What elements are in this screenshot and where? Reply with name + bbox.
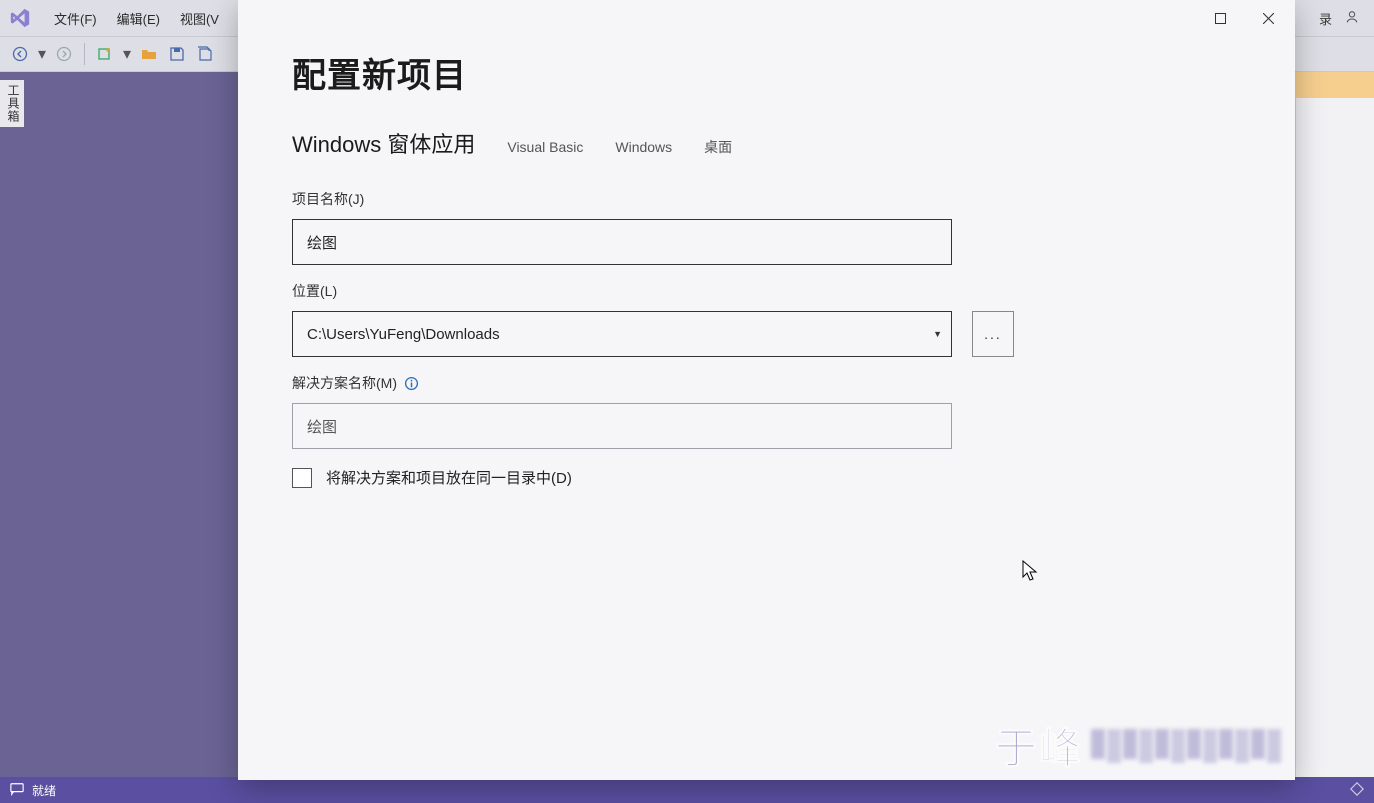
location-combobox[interactable] — [292, 311, 952, 357]
comment-icon[interactable] — [10, 782, 24, 799]
menu-edit[interactable]: 编辑(E) — [107, 3, 170, 34]
person-icon[interactable] — [1344, 9, 1360, 28]
template-row: Windows 窗体应用 Visual Basic Windows 桌面 — [292, 127, 1241, 159]
sidebar-toolbox-tab[interactable]: 工具箱 — [0, 80, 24, 127]
dialog-content: 配置新项目 Windows 窗体应用 Visual Basic Windows … — [238, 36, 1295, 780]
info-icon[interactable] — [403, 375, 419, 391]
right-highlight-strip — [1295, 72, 1374, 98]
solution-name-label: 解决方案名称(M) — [292, 373, 397, 393]
window-close-button[interactable] — [1245, 3, 1291, 33]
dialog-heading: 配置新项目 — [292, 48, 1241, 97]
same-directory-checkbox[interactable] — [292, 468, 312, 488]
chevron-down-icon[interactable]: ▾ — [121, 42, 133, 66]
solution-name-row: 解决方案名称(M) — [292, 373, 1241, 449]
status-right-icon[interactable] — [1350, 782, 1364, 799]
project-name-input[interactable] — [292, 219, 952, 265]
template-tag-platform: Windows — [615, 139, 672, 155]
window-maximize-button[interactable] — [1197, 3, 1243, 33]
status-text: 就绪 — [32, 782, 56, 799]
watermark-text: 于峰 — [995, 715, 1083, 776]
template-tag-language: Visual Basic — [507, 139, 583, 155]
project-name-label: 项目名称(J) — [292, 189, 1241, 209]
dialog-titlebar — [238, 0, 1295, 36]
project-name-row: 项目名称(J) — [292, 189, 1241, 265]
solution-name-input[interactable] — [292, 403, 952, 449]
same-directory-label: 将解决方案和项目放在同一目录中(D) — [326, 467, 572, 488]
status-bar: 就绪 — [0, 777, 1374, 803]
titlebar-right-text[interactable]: 录 — [1319, 9, 1332, 28]
menu-file[interactable]: 文件(F) — [44, 3, 107, 34]
save-all-icon[interactable] — [193, 42, 217, 66]
location-label: 位置(L) — [292, 281, 1241, 301]
watermark-pixels — [1091, 729, 1281, 763]
configure-project-dialog: 配置新项目 Windows 窗体应用 Visual Basic Windows … — [238, 0, 1295, 780]
menu-view[interactable]: 视图(V — [170, 3, 229, 34]
same-directory-row[interactable]: 将解决方案和项目放在同一目录中(D) — [292, 467, 1241, 488]
open-folder-icon[interactable] — [137, 42, 161, 66]
template-name: Windows 窗体应用 — [292, 127, 475, 159]
save-icon[interactable] — [165, 42, 189, 66]
right-panel — [1295, 98, 1374, 777]
nav-back-icon[interactable] — [8, 42, 32, 66]
template-tag-type: 桌面 — [704, 137, 732, 157]
chevron-down-icon[interactable]: ▾ — [36, 42, 48, 66]
location-row: 位置(L) ▼ ... — [292, 281, 1241, 357]
new-project-icon[interactable] — [93, 42, 117, 66]
nav-forward-icon[interactable] — [52, 42, 76, 66]
watermark: 于峰 — [995, 715, 1281, 776]
browse-button[interactable]: ... — [972, 311, 1014, 357]
visual-studio-logo-icon — [6, 4, 34, 32]
